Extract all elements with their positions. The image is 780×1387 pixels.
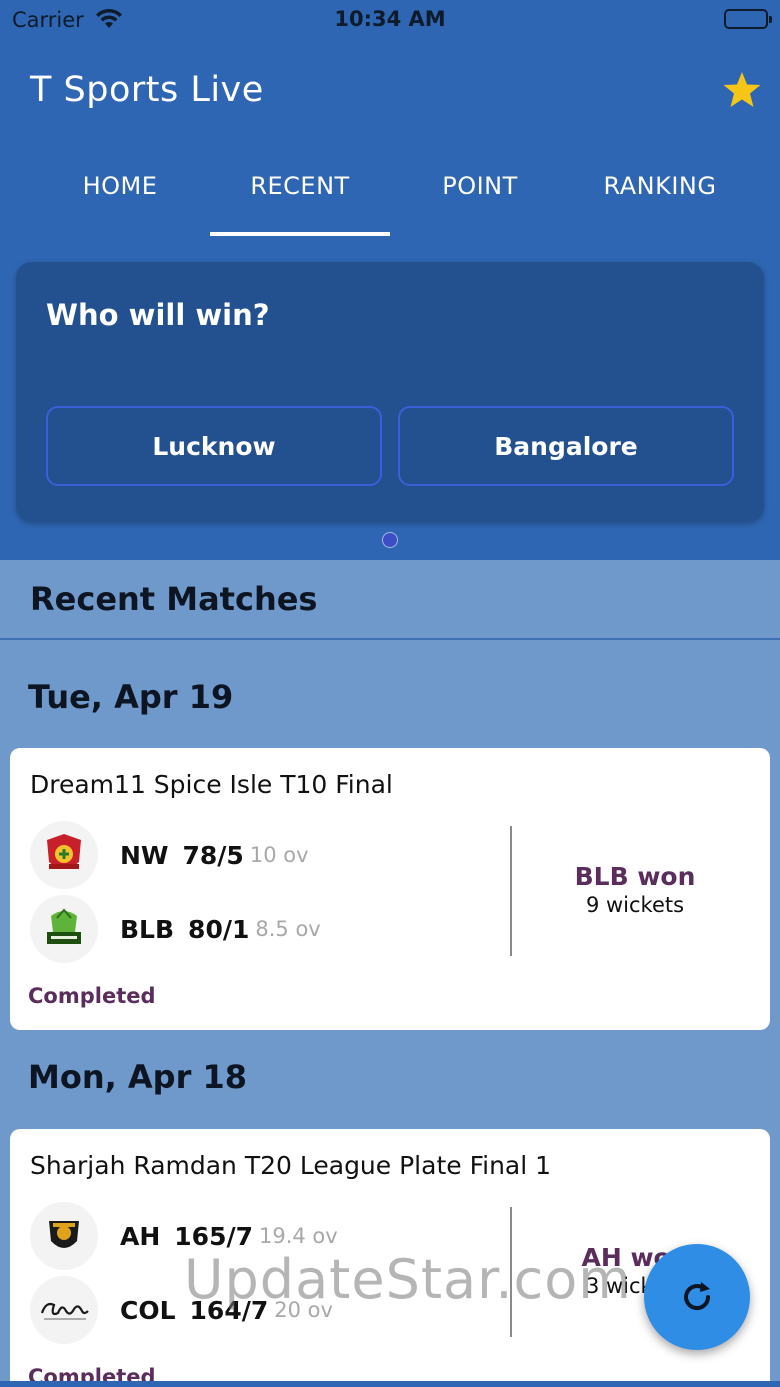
match-status: Completed [28,984,156,1008]
tab-bar: HOME RECENT POINT RANKING [30,168,750,236]
team-score: 80/1 [188,914,250,944]
tab-home[interactable]: HOME [30,168,210,236]
team-score: 78/5 [182,840,244,870]
team-overs: 8.5 ov [255,917,321,941]
team-logo-ah [30,1202,98,1270]
team-overs: 19.4 ov [259,1224,338,1248]
page-indicator-dot[interactable] [382,532,398,548]
team-logo-col [30,1276,98,1344]
match-name: Dream11 Spice Isle T10 Final [30,770,393,799]
poll-card: Who will win? Lucknow Bangalore [16,262,764,522]
match-result: BLB won 9 wickets [530,862,740,917]
app-title: T Sports Live [30,70,264,110]
match-card[interactable]: Dream11 Spice Isle T10 Final NW 78/5 10 … [10,748,770,1030]
team-row: BLB 80/1 8.5 ov [30,895,321,963]
tab-ranking[interactable]: RANKING [570,168,750,236]
recent-matches-header: Recent Matches [0,560,780,640]
match-date: Mon, Apr 18 [28,1058,248,1096]
tab-point[interactable]: POINT [390,168,570,236]
team-logo-nw [30,821,98,889]
team-abbr: AH [120,1221,161,1251]
team-abbr: COL [120,1295,176,1325]
bottom-edge [0,1381,780,1387]
team-row: NW 78/5 10 ov [30,821,309,889]
tab-recent[interactable]: RECENT [210,168,390,236]
refresh-icon [684,1282,711,1310]
result-margin: 9 wickets [585,893,685,917]
poll-question: Who will win? [46,298,270,332]
battery-icon [724,9,772,29]
team-logo-blb [30,895,98,963]
status-bar: Carrier 10:34 AM [0,0,780,40]
team-score: 165/7 [174,1221,253,1251]
team-overs: 10 ov [249,843,309,867]
watermark: UpdateStar.com [184,1248,632,1311]
app-header: T Sports Live HOME RECENT POINT RANKING … [0,40,780,560]
team-abbr: NW [120,840,169,870]
result-winner: BLB won [574,862,696,891]
section-title: Recent Matches [30,580,318,618]
poll-option-lucknow-button[interactable]: Lucknow [46,406,382,486]
refresh-button[interactable] [644,1244,750,1350]
star-icon[interactable] [722,70,762,110]
card-divider [510,826,512,956]
match-date: Tue, Apr 19 [28,678,234,716]
team-abbr: BLB [120,914,175,944]
match-name: Sharjah Ramdan T20 League Plate Final 1 [30,1151,552,1180]
poll-option-bangalore-button[interactable]: Bangalore [398,406,734,486]
clock-label: 10:34 AM [334,7,446,31]
